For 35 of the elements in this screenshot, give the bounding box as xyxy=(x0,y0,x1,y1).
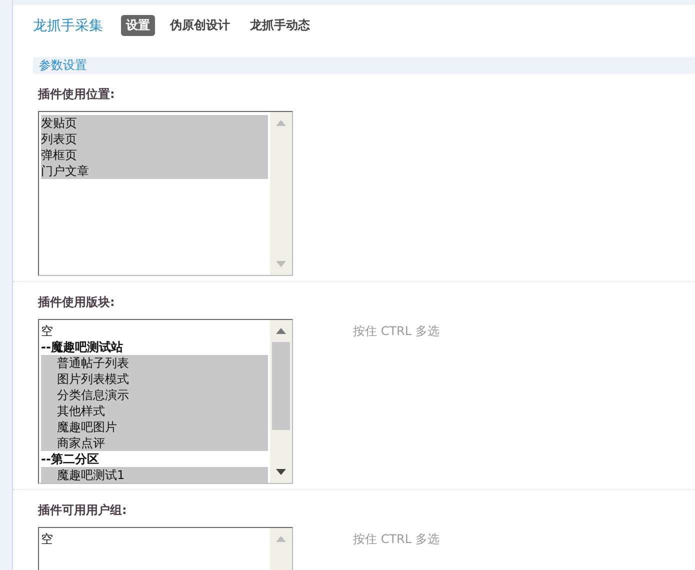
list-option[interactable]: 空 xyxy=(41,323,268,339)
option-group-label[interactable]: --魔趣吧测试站 xyxy=(41,339,268,355)
section-title: 参数设置 xyxy=(39,57,87,74)
field-label: 插件使用位置: xyxy=(38,86,116,100)
multi-select-list[interactable]: 空 xyxy=(38,527,293,570)
list-option[interactable]: 分类信息演示 xyxy=(41,387,268,403)
multi-select-list[interactable]: 发贴页 列表页 弹框页 门户文章 xyxy=(38,111,293,276)
list-option[interactable]: 魔趣吧图片 xyxy=(41,419,268,435)
option-group-label[interactable]: --第二分区 xyxy=(41,451,268,467)
list-option[interactable]: 普通帖子列表 xyxy=(41,355,268,371)
field-label: 插件可用用户组: xyxy=(38,502,128,516)
multi-select-list[interactable]: 空 --魔趣吧测试站 普通帖子列表 图片列表模式 分类信息演示 其他样式 魔趣吧图片 商家点评 --第二分区 魔趣吧测试1 xyxy=(38,319,293,484)
field-label: 插件使用版块: xyxy=(38,294,116,308)
tab[interactable]: 龙抓手动态 xyxy=(245,15,315,36)
list-option[interactable]: 魔趣吧测试1 xyxy=(41,467,268,483)
tab[interactable]: 伪原创设计 xyxy=(165,15,235,36)
scroll-thumb[interactable] xyxy=(272,342,290,430)
scroll-up-icon[interactable] xyxy=(276,120,286,126)
list-option[interactable]: 列表页 xyxy=(41,131,268,147)
list-option[interactable]: 空 xyxy=(41,531,268,547)
scrollbar[interactable] xyxy=(270,320,292,483)
list-option[interactable]: 图片列表模式 xyxy=(41,371,268,387)
tab[interactable]: 设置 xyxy=(121,15,155,36)
list-option[interactable]: 门户文章 xyxy=(41,163,268,179)
scroll-down-icon[interactable] xyxy=(276,469,286,475)
scrollbar[interactable] xyxy=(270,112,292,275)
scroll-up-icon[interactable] xyxy=(276,536,286,542)
list-option[interactable]: 其他样式 xyxy=(41,403,268,419)
list-option[interactable]: 弹框页 xyxy=(41,147,268,163)
list-option[interactable]: 商家点评 xyxy=(41,435,268,451)
hint-text: 按住 CTRL 多选 xyxy=(353,531,440,548)
hint-text: 按住 CTRL 多选 xyxy=(353,323,440,340)
plugin-title: 龙抓手采集 xyxy=(33,16,103,34)
list-option[interactable]: 发贴页 xyxy=(41,115,268,131)
scroll-up-icon[interactable] xyxy=(276,328,286,334)
